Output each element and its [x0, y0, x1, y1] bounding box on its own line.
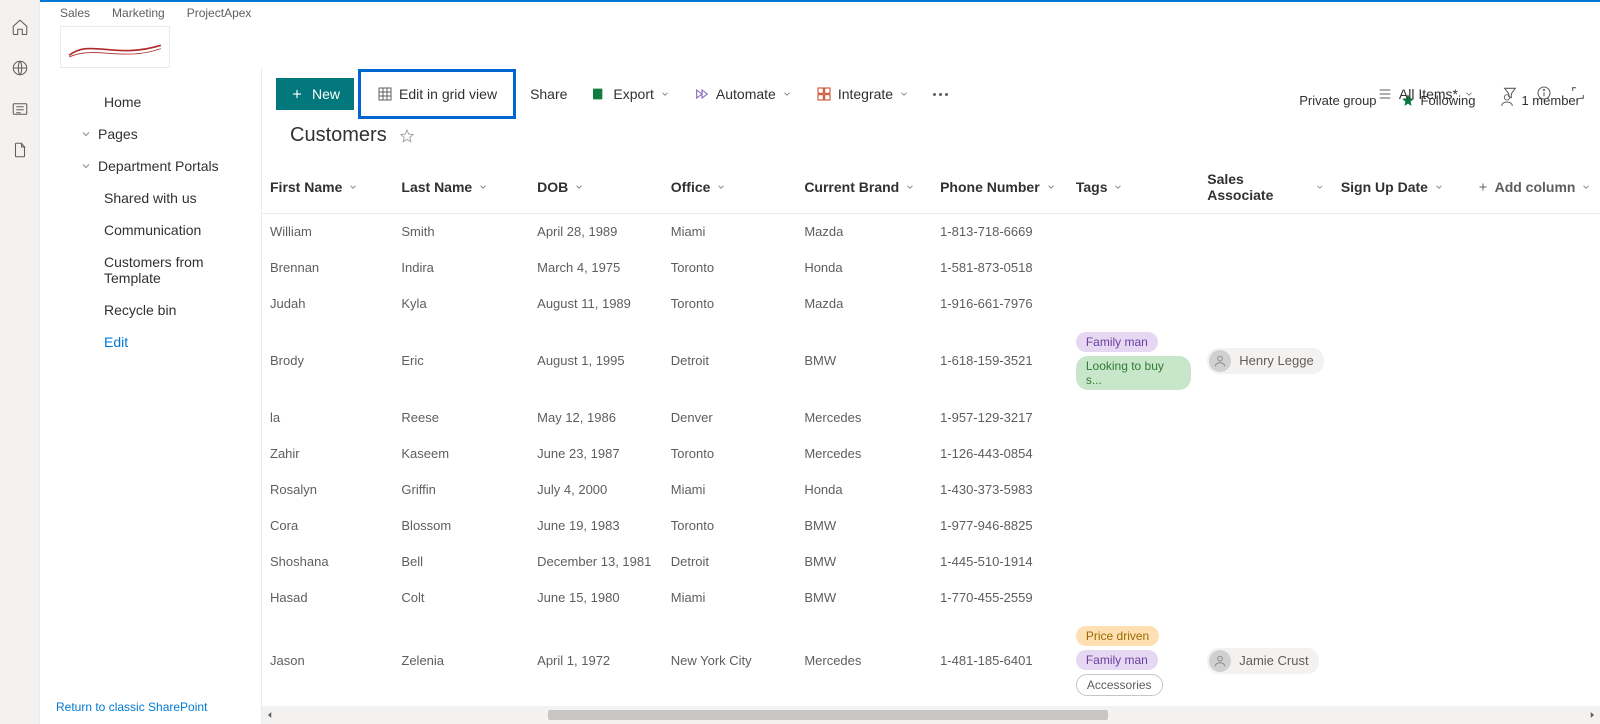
nav-edit-link[interactable]: Edit — [40, 326, 261, 358]
table-row[interactable]: ShoshanaBellDecember 13, 1981DetroitBMW1… — [262, 544, 1600, 580]
app-rail — [0, 0, 40, 724]
table-row[interactable]: WilliamSmithApril 28, 1989MiamiMazda1-81… — [262, 214, 1600, 250]
header-row: First Name Last Name DOB Office Current … — [262, 161, 1600, 214]
col-signup[interactable]: Sign Up Date — [1333, 161, 1469, 214]
expand-icon[interactable] — [1570, 85, 1586, 104]
tab-projectapex[interactable]: ProjectApex — [187, 6, 252, 20]
table-row[interactable]: RosalynGriffinJuly 4, 2000MiamiHonda1-43… — [262, 472, 1600, 508]
site-header: Sales Marketing ProjectApex — [40, 2, 1600, 68]
filter-icon[interactable] — [1502, 85, 1518, 104]
nav-shared[interactable]: Shared with us — [40, 182, 261, 214]
table-row[interactable]: CoraBlossomJune 19, 1983TorontoBMW1-977-… — [262, 508, 1600, 544]
nav-dept-portals[interactable]: Department Portals — [40, 150, 261, 182]
col-add[interactable]: Add column — [1469, 161, 1600, 214]
nav-customers-template[interactable]: Customers from Template — [40, 246, 261, 294]
more-button[interactable] — [923, 78, 958, 110]
col-first-name[interactable]: First Name — [262, 161, 393, 214]
site-top-tabs: Sales Marketing ProjectApex — [60, 6, 251, 20]
nav-pages[interactable]: Pages — [40, 118, 261, 150]
tab-marketing[interactable]: Marketing — [112, 6, 165, 20]
share-button[interactable]: Share — [520, 78, 577, 110]
automate-button[interactable]: Automate — [684, 78, 802, 110]
rail-globe-icon[interactable] — [11, 59, 29, 80]
left-nav: Home Pages Department Portals Shared wit… — [40, 68, 262, 724]
command-bar: New Edit in grid view Share Export — [262, 68, 1600, 120]
horizontal-scrollbar[interactable] — [262, 706, 1600, 724]
table-row[interactable]: BrennanIndiraMarch 4, 1975TorontoHonda1-… — [262, 250, 1600, 286]
view-selector[interactable]: All Items* — [1367, 78, 1484, 110]
nav-recycle-bin[interactable]: Recycle bin — [40, 294, 261, 326]
table-row[interactable]: JudahKylaAugust 11, 1989TorontoMazda1-91… — [262, 286, 1600, 322]
export-button[interactable]: Export — [581, 78, 679, 110]
list-title: Customers — [290, 124, 387, 147]
col-dob[interactable]: DOB — [529, 161, 663, 214]
col-last-name[interactable]: Last Name — [393, 161, 529, 214]
col-brand[interactable]: Current Brand — [796, 161, 932, 214]
table-row[interactable]: BrodyEricAugust 1, 1995DetroitBMW1-618-1… — [262, 322, 1600, 400]
col-sales-associate[interactable]: Sales Associate — [1199, 161, 1333, 214]
return-classic-link[interactable]: Return to classic SharePoint — [56, 700, 207, 714]
table-row[interactable]: ZahirKaseemJune 23, 1987TorontoMercedes1… — [262, 436, 1600, 472]
rail-news-icon[interactable] — [11, 100, 29, 121]
col-tags[interactable]: Tags — [1068, 161, 1199, 214]
scroll-right-icon[interactable] — [1584, 707, 1600, 723]
info-icon[interactable] — [1536, 85, 1552, 104]
integrate-button[interactable]: Integrate — [806, 78, 919, 110]
tab-sales[interactable]: Sales — [60, 6, 90, 20]
col-office[interactable]: Office — [663, 161, 797, 214]
table-row[interactable]: HasadColtJune 15, 1980MiamiBMW1-770-455-… — [262, 580, 1600, 616]
list-grid[interactable]: First Name Last Name DOB Office Current … — [262, 161, 1600, 724]
table-row[interactable]: JasonZeleniaApril 1, 1972New York CityMe… — [262, 616, 1600, 706]
edit-in-grid-button[interactable]: Edit in grid view — [367, 78, 507, 110]
favorite-icon[interactable] — [399, 128, 415, 144]
col-phone[interactable]: Phone Number — [932, 161, 1068, 214]
rail-home-icon[interactable] — [11, 18, 29, 39]
site-logo[interactable] — [60, 26, 170, 68]
nav-communication[interactable]: Communication — [40, 214, 261, 246]
scroll-left-icon[interactable] — [262, 707, 278, 723]
nav-home[interactable]: Home — [40, 86, 261, 118]
scroll-thumb[interactable] — [548, 710, 1108, 720]
edit-grid-highlight: Edit in grid view — [358, 69, 516, 119]
rail-files-icon[interactable] — [11, 141, 29, 162]
new-button[interactable]: New — [276, 78, 354, 110]
table-row[interactable]: laReeseMay 12, 1986DenverMercedes1-957-1… — [262, 400, 1600, 436]
